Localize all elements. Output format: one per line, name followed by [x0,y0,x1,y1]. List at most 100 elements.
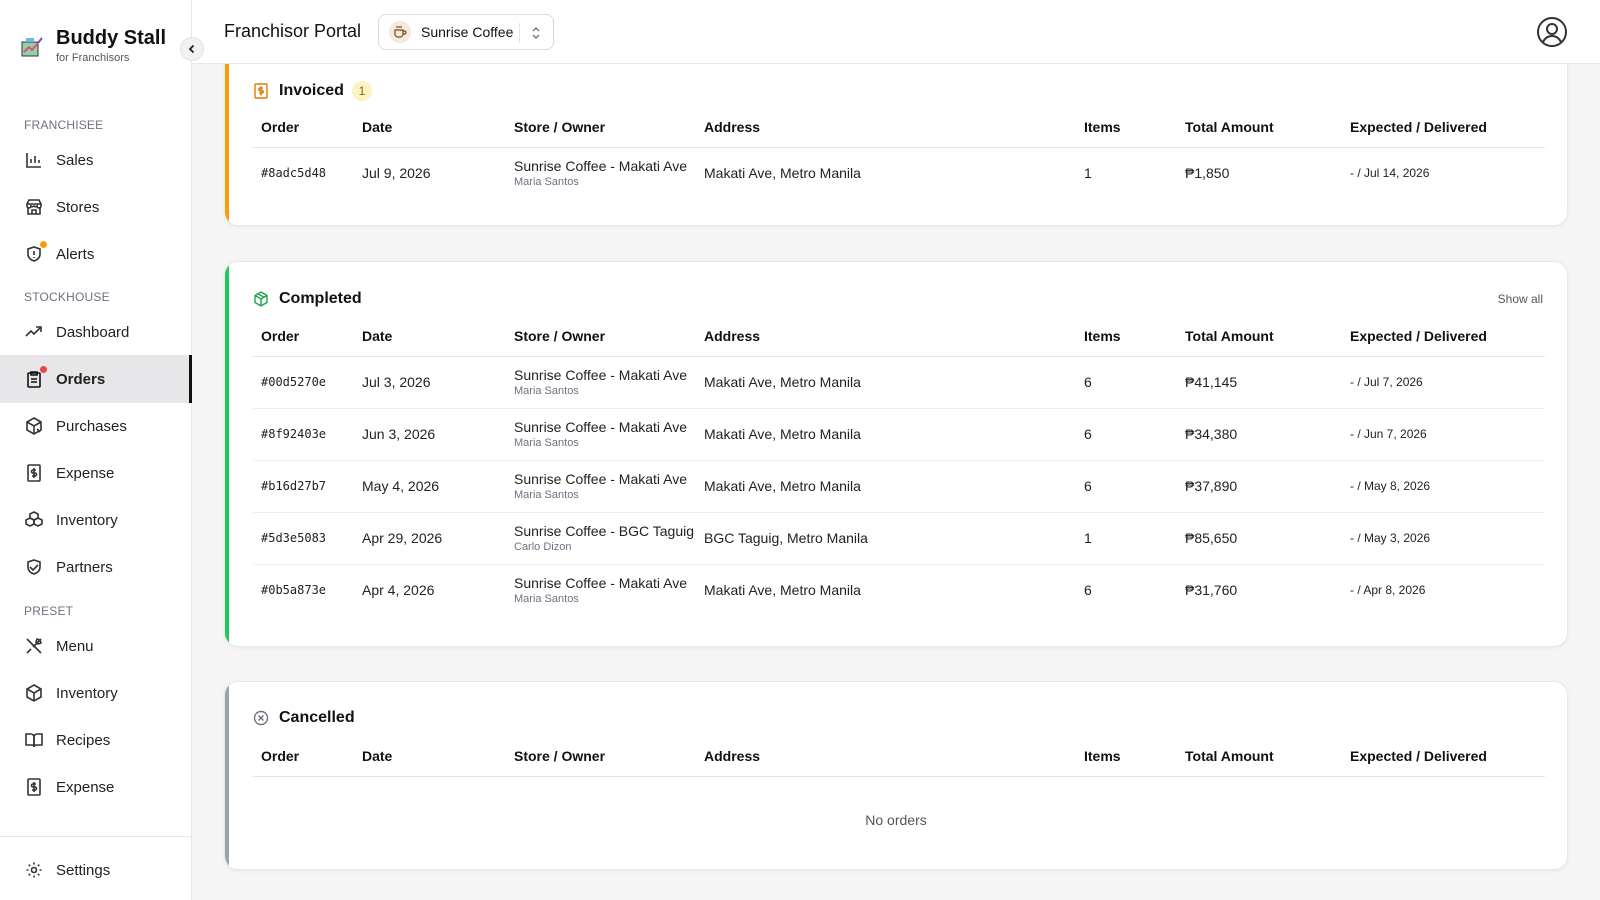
sidebar-item-preset-expense[interactable]: Expense [0,763,192,811]
handshake-icon [24,557,44,577]
sidebar-item-label: Inventory [56,511,118,529]
order-date: Apr 4, 2026 [362,582,435,599]
expected-delivered: - / Jul 7, 2026 [1342,356,1545,409]
sidebar-item-label: Recipes [56,731,111,749]
section-title: Completed [279,290,362,307]
store-owner: Sunrise Coffee - Makati Ave Maria Santos [506,147,696,199]
owner-name: Maria Santos [514,176,579,189]
table-row[interactable]: #8f92403e Jun 3, 2026 Sunrise Coffee - M… [253,408,1545,461]
column-header: Order [253,107,354,148]
expected-delivered: - / Apr 8, 2026 [1350,583,1426,598]
order-id[interactable]: #b16d27b7 [253,460,354,513]
column-header: Store / Owner [506,736,696,777]
table-row[interactable]: #00d5270e Jul 3, 2026 Sunrise Coffee - M… [253,356,1545,409]
completed-card: Completed Show all Order Date Store / Ow… [224,261,1568,647]
address: Makati Ave, Metro Manila [696,356,1076,409]
items-count: 6 [1084,582,1092,599]
collapse-sidebar-button[interactable] [180,37,204,61]
sidebar-item-label: Expense [56,778,115,796]
show-all-link[interactable]: Show all [1498,292,1543,306]
package-icon [24,416,44,436]
sidebar-item-menu[interactable]: Menu [0,622,192,670]
table-row[interactable]: #8adc5d48 Jul 9, 2026 Sunrise Coffee - M… [253,147,1545,199]
receipt-icon [24,777,44,797]
store-owner: Sunrise Coffee - Makati Ave Maria Santos [506,460,696,513]
sidebar-item-inventory[interactable]: Inventory [0,496,192,544]
sidebar-item-sales[interactable]: Sales [0,136,192,184]
chevron-up-down-icon [532,27,540,39]
sidebar-item-label: Expense [56,464,115,482]
expected-delivered: - / May 3, 2026 [1342,512,1545,565]
store-selector-value: Sunrise Coffee [421,24,514,40]
clipboard-icon [24,366,47,389]
sidebar-item-label: Purchases [56,417,127,435]
completed-table: Order Date Store / Owner Address Items T… [253,316,1545,616]
utensils-icon [24,636,44,656]
sidebar-item-orders[interactable]: Orders [0,355,192,403]
items-count: 6 [1076,356,1177,409]
column-header: Date [354,736,506,777]
sidebar-item-dashboard[interactable]: Dashboard [0,308,192,356]
sidebar-item-partners[interactable]: Partners [0,543,192,591]
alert-dot [40,241,47,248]
section-label-franchisee: FRANCHISEE [24,118,104,132]
box-icon [24,683,44,703]
gear-icon [24,860,44,880]
alert-icon [24,241,47,264]
store-selector[interactable]: Sunrise Coffee [378,14,554,50]
order-id[interactable]: #8adc5d48 [253,147,354,199]
items-count: 1 [1084,165,1092,182]
sidebar-item-label: Partners [56,558,113,576]
sidebar-item-purchases[interactable]: Purchases [0,402,192,450]
column-header: Total Amount [1177,316,1342,357]
sidebar-divider [0,836,192,837]
address: BGC Taguig, Metro Manila [696,512,1076,565]
order-date: Jul 9, 2026 [362,165,431,182]
items-count: 6 [1076,460,1177,513]
order-date: May 4, 2026 [354,460,506,513]
sidebar-item-expense[interactable]: Expense [0,449,192,497]
owner-name: Maria Santos [514,437,579,449]
store-name: Sunrise Coffee - Makati Ave [514,158,688,175]
boxes-icon [24,510,44,530]
order-id[interactable]: #8f92403e [253,408,354,461]
order-id[interactable]: #00d5270e [253,356,354,409]
x-circle-icon [253,710,269,726]
user-account-icon[interactable] [1536,16,1568,48]
sidebar-item-stores[interactable]: Stores [0,183,192,231]
expected-delivered: - / Jul 14, 2026 [1350,166,1430,181]
table-row[interactable]: #0b5a873e Apr 4, 2026 Sunrise Coffee - M… [253,564,1545,616]
column-header: Expected / Delivered [1342,107,1545,148]
owner-name: Carlo Dizon [514,541,572,553]
sidebar-item-preset-inventory[interactable]: Inventory [0,669,192,717]
total-amount: ₱34,380 [1177,408,1342,461]
store-owner: Sunrise Coffee - BGC Taguig Carlo Dizon [506,512,696,565]
expected-delivered: - / May 8, 2026 [1342,460,1545,513]
cancelled-header: Cancelled [253,709,355,727]
items-count: 1 [1076,512,1177,565]
sidebar-item-recipes[interactable]: Recipes [0,716,192,764]
book-icon [24,730,44,750]
order-id[interactable]: #0b5a873e [253,564,354,616]
section-label-preset: PRESET [24,604,74,618]
address: Makati Ave, Metro Manila [696,408,1076,461]
sidebar-item-label: Sales [56,151,94,169]
brand[interactable]: Buddy Stall for Franchisors [20,26,166,64]
invoiced-table: Order Date Store / Owner Address Items T… [253,107,1545,199]
total-amount: ₱31,760 [1185,582,1238,599]
count-badge: 1 [351,81,372,101]
sidebar-item-alerts[interactable]: Alerts [0,230,192,278]
column-header: Address [696,107,1076,148]
store-name: Sunrise Coffee - BGC Taguig [514,523,695,539]
order-date: Jul 3, 2026 [354,356,506,409]
column-header: Store / Owner [506,316,696,357]
table-row[interactable]: #b16d27b7 May 4, 2026 Sunrise Coffee - M… [253,460,1545,513]
sidebar-item-settings[interactable]: Settings [0,846,192,894]
order-id[interactable]: #5d3e5083 [253,512,354,565]
receipt-icon [24,463,44,483]
store-icon [24,197,44,217]
page-title: Franchisor Portal [224,21,362,41]
table-row[interactable]: #5d3e5083 Apr 29, 2026 Sunrise Coffee - … [253,512,1545,565]
owner-name: Maria Santos [514,385,579,397]
section-title: Cancelled [279,709,355,726]
